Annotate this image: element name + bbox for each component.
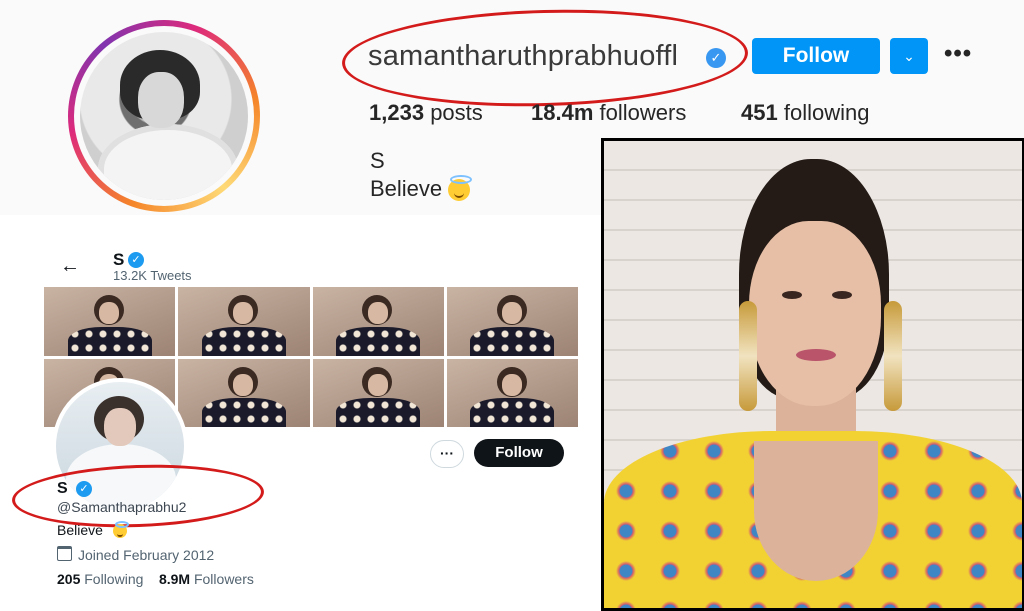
back-arrow-icon[interactable]: ← (60, 255, 80, 278)
following-stat[interactable]: 451 following (741, 100, 869, 126)
banner-face (99, 302, 120, 325)
instagram-bio: Believe (370, 175, 473, 202)
joined-date: Joined February 2012 (57, 546, 214, 563)
banner-photo (446, 358, 578, 427)
followers-label: followers (599, 100, 687, 125)
twitter-follow-button[interactable]: Follow (474, 439, 564, 467)
banner-face (501, 302, 522, 325)
banner-dress (470, 326, 555, 356)
instagram-story-ring[interactable] (68, 20, 260, 212)
following-label: following (783, 100, 870, 125)
chevron-down-icon[interactable]: ⌄ (890, 38, 928, 74)
banner-face (367, 373, 388, 396)
more-options-button[interactable]: ··· (430, 440, 464, 468)
followers-link[interactable]: 8.9M Followers (159, 571, 254, 587)
banner-dress (336, 326, 421, 356)
banner-dress (470, 398, 555, 427)
verified-badge-icon: ✓ (76, 481, 92, 497)
banner-face (233, 373, 254, 396)
banner-photo (312, 287, 444, 356)
avatar-border (74, 26, 254, 206)
banner-dress (67, 326, 152, 356)
halo-smile-emoji-icon (112, 521, 129, 539)
followers-count: 8.9M (158, 571, 191, 587)
instagram-follow-button[interactable]: Follow (752, 38, 880, 74)
followers-label: Followers (193, 571, 254, 587)
joined-text: Joined February 2012 (78, 547, 215, 563)
calendar-icon (57, 546, 72, 561)
banner-photo (44, 287, 176, 356)
portrait-face (749, 221, 881, 406)
instagram-bio-text: Believe (370, 176, 443, 201)
banner-face (367, 302, 388, 325)
banner-photo (446, 287, 578, 356)
posts-count: 1,233 (369, 100, 425, 125)
earring-left (739, 301, 757, 411)
twitter-bio: Believe (57, 521, 129, 539)
portrait-photo (601, 138, 1024, 611)
posts-stat: 1,233 posts (369, 100, 483, 126)
banner-face (233, 302, 254, 325)
following-label: Following (84, 571, 144, 587)
twitter-bio-text: Believe (57, 522, 103, 538)
twitter-handle: @Samanthaprabhu2 (57, 499, 187, 515)
earring-right (884, 301, 902, 411)
banner-face (501, 373, 522, 396)
annotation-oval-handle (10, 460, 266, 532)
following-link[interactable]: 205 Following (57, 571, 143, 587)
twitter-header-name: S (113, 250, 125, 269)
avatar-face (104, 408, 136, 446)
portrait-lips (796, 349, 836, 361)
following-count: 451 (741, 100, 778, 125)
portrait-eye-right (832, 291, 852, 299)
avatar-face (138, 72, 184, 128)
verified-badge-icon: ✓ (128, 252, 144, 268)
banner-photo (178, 358, 310, 427)
banner-dress (201, 398, 286, 427)
tweets-count: 13.2K Tweets (113, 268, 192, 283)
banner-photo (178, 287, 310, 356)
portrait-neckline (754, 441, 878, 581)
more-dots-icon[interactable]: ••• (944, 40, 972, 68)
instagram-avatar[interactable] (80, 32, 248, 200)
halo-smile-emoji-icon (448, 175, 473, 202)
banner-dress (201, 326, 286, 356)
following-count: 205 (57, 571, 81, 587)
twitter-display-name: S (57, 480, 68, 497)
followers-stat[interactable]: 18.4m followers (531, 100, 686, 126)
banner-dress (336, 398, 421, 427)
avatar-outfit (98, 124, 238, 200)
twitter-follow-stats: 205 Following 8.9M Followers (57, 571, 254, 587)
followers-count: 18.4m (531, 100, 594, 125)
posts-label: posts (430, 100, 483, 125)
portrait-eye-left (782, 291, 802, 299)
banner-photo (312, 358, 444, 427)
instagram-display-name: S (370, 148, 385, 173)
